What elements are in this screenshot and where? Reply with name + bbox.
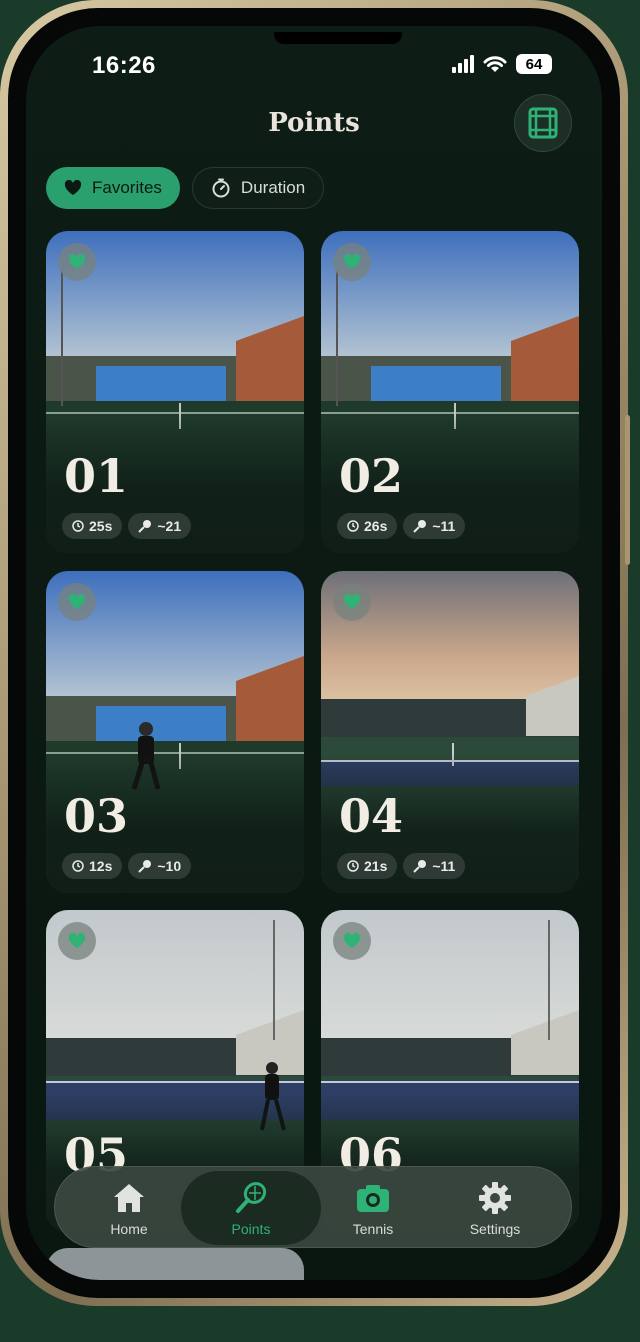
racket-icon bbox=[138, 520, 152, 533]
shots-chip: ~11 bbox=[403, 513, 466, 539]
tab-points[interactable]: Points bbox=[191, 1167, 311, 1249]
favorite-badge[interactable] bbox=[58, 922, 96, 960]
point-card-04[interactable]: 04 21s ~11 bbox=[321, 571, 579, 893]
shots-chip: ~21 bbox=[128, 513, 192, 539]
duration-value: 26s bbox=[364, 518, 388, 534]
duration-value: 21s bbox=[364, 858, 388, 874]
favorite-badge[interactable] bbox=[333, 922, 371, 960]
racket-icon bbox=[413, 520, 427, 533]
point-card-peek[interactable] bbox=[46, 1248, 304, 1280]
favorite-badge[interactable] bbox=[58, 583, 96, 621]
tab-settings-label: Settings bbox=[469, 1221, 521, 1237]
wifi-icon bbox=[483, 56, 507, 72]
app-screen: 16:26 64 Points Favorites Duration 01 25… bbox=[26, 26, 602, 1280]
filter-duration[interactable]: Duration bbox=[191, 167, 325, 209]
tab-home[interactable]: Home bbox=[69, 1167, 189, 1249]
point-number: 01 bbox=[64, 449, 129, 503]
racket-icon bbox=[236, 1182, 267, 1213]
heart-icon bbox=[68, 933, 86, 948]
favorite-badge[interactable] bbox=[58, 243, 96, 281]
heart-icon bbox=[68, 254, 86, 269]
tab-points-label: Points bbox=[231, 1221, 271, 1237]
shots-value: ~11 bbox=[432, 518, 456, 534]
duration-chip: 12s bbox=[62, 853, 123, 879]
point-card-02[interactable]: 02 26s ~11 bbox=[321, 231, 579, 553]
tab-tennis[interactable]: Tennis bbox=[313, 1167, 433, 1249]
side-button bbox=[625, 415, 630, 565]
clock-icon bbox=[347, 860, 359, 872]
shots-value: ~10 bbox=[157, 858, 182, 874]
heart-icon bbox=[64, 180, 82, 195]
tab-settings[interactable]: Settings bbox=[435, 1167, 555, 1249]
heart-icon bbox=[68, 594, 86, 609]
signal-icon bbox=[452, 55, 474, 73]
shots-value: ~21 bbox=[157, 518, 182, 534]
point-number: 02 bbox=[339, 449, 404, 503]
shots-chip: ~10 bbox=[128, 853, 192, 879]
favorite-badge[interactable] bbox=[333, 583, 371, 621]
camera-icon bbox=[357, 1185, 389, 1212]
clock-icon bbox=[72, 860, 84, 872]
film-strip-icon bbox=[528, 107, 558, 139]
filter-favorites-label: Favorites bbox=[92, 178, 162, 197]
status-time: 16:26 bbox=[92, 52, 156, 79]
duration-value: 25s bbox=[89, 518, 113, 534]
duration-chip: 25s bbox=[62, 513, 123, 539]
duration-value: 12s bbox=[89, 858, 113, 874]
shots-value: ~11 bbox=[432, 858, 456, 874]
tab-home-label: Home bbox=[110, 1221, 148, 1237]
heart-icon bbox=[343, 594, 361, 609]
duration-chip: 26s bbox=[337, 513, 398, 539]
film-strip-button[interactable] bbox=[514, 94, 572, 152]
tab-bar: Home Points Tennis Settings bbox=[54, 1166, 572, 1248]
point-card-01[interactable]: 01 25s ~21 bbox=[46, 231, 304, 553]
house-icon bbox=[114, 1184, 144, 1212]
point-card-03[interactable]: 03 12s ~10 bbox=[46, 571, 304, 893]
tab-tennis-label: Tennis bbox=[352, 1221, 394, 1237]
duration-chip: 21s bbox=[337, 853, 398, 879]
filter-duration-label: Duration bbox=[240, 178, 306, 197]
timer-icon bbox=[212, 178, 230, 198]
point-number: 03 bbox=[64, 789, 129, 843]
favorite-badge[interactable] bbox=[333, 243, 371, 281]
filter-favorites[interactable]: Favorites bbox=[46, 167, 180, 209]
point-number: 04 bbox=[339, 789, 404, 843]
dynamic-island bbox=[274, 32, 402, 44]
clock-icon bbox=[347, 520, 359, 532]
gear-icon bbox=[479, 1182, 511, 1214]
status-icons: 64 bbox=[452, 54, 552, 74]
racket-icon bbox=[413, 860, 427, 873]
clock-icon bbox=[72, 520, 84, 532]
racket-icon bbox=[138, 860, 152, 873]
heart-icon bbox=[343, 254, 361, 269]
battery-indicator: 64 bbox=[516, 54, 552, 74]
heart-icon bbox=[343, 933, 361, 948]
filter-bar: Favorites Duration bbox=[46, 167, 325, 209]
shots-chip: ~11 bbox=[403, 853, 466, 879]
